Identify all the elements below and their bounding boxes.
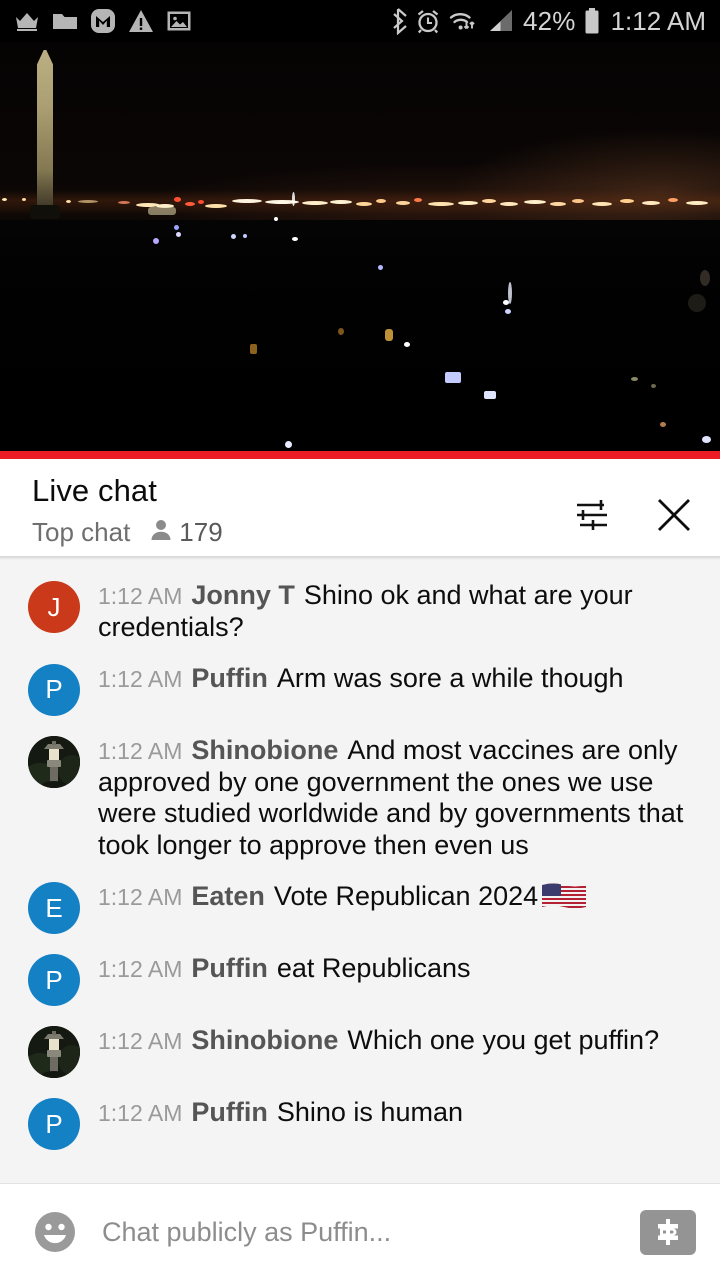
avatar[interactable]: P: [28, 1098, 80, 1151]
viewer-count: 179: [179, 517, 223, 548]
avatar[interactable]: E: [28, 882, 80, 935]
page-title: Live chat: [32, 473, 157, 508]
avatar-letter: E: [45, 892, 63, 923]
status-bar-right-icons: 42% 1:12 AM: [389, 7, 706, 35]
status-clock: 1:12 AM: [610, 6, 706, 36]
chat-message-body: 1:12 AM Puffin eat Republicans: [98, 952, 702, 985]
folder-icon: [52, 10, 78, 32]
chat-input-bar: [0, 1183, 720, 1280]
chat-input[interactable]: [102, 1216, 618, 1248]
message-text: And most vaccines are only approved by o…: [98, 734, 684, 861]
video-progress-bar[interactable]: [0, 451, 720, 459]
emoji-smiley-icon[interactable]: [30, 1207, 80, 1257]
message-timestamp: 1:12 AM: [98, 1028, 183, 1055]
message-timestamp: 1:12 AM: [98, 737, 183, 764]
gmail-icon: [90, 8, 116, 34]
message-author[interactable]: Puffin: [191, 663, 267, 693]
avatar-photo-stone-lantern: [28, 1026, 80, 1079]
avatar[interactable]: [28, 735, 80, 788]
avatar-letter: J: [47, 591, 61, 622]
chat-message[interactable]: E 1:12 AM Eaten Vote Republican 2024: [0, 871, 720, 943]
chat-message[interactable]: P 1:12 AM Puffin Shino is human: [0, 1087, 720, 1159]
message-timestamp: 1:12 AM: [98, 665, 183, 692]
message-author[interactable]: Puffin: [191, 1097, 267, 1127]
wifi-icon: [449, 8, 479, 34]
us-flag-emoji: [542, 882, 587, 910]
person-icon: [148, 517, 174, 548]
warning-triangle-icon: [128, 9, 154, 33]
crown-icon: [14, 10, 40, 32]
avatar[interactable]: P: [28, 663, 80, 716]
tune-sliders-icon[interactable]: [568, 491, 616, 539]
message-text: eat Republicans: [276, 953, 471, 984]
chat-subheader: Top chat 179: [32, 517, 568, 548]
city-lights: [0, 42, 720, 451]
close-x-icon[interactable]: [650, 491, 698, 539]
chat-message-body: 1:12 AM Puffin Shino is human: [98, 1096, 702, 1129]
chat-message-body: 1:12 AM Puffin Arm was sore a while though: [98, 662, 702, 695]
chat-message[interactable]: 1:12 AM Shinobione And most vaccines are o…: [0, 725, 720, 871]
viewer-count-group: 179: [148, 517, 223, 548]
message-author[interactable]: Puffin: [191, 953, 267, 983]
message-author[interactable]: Jonny T: [191, 580, 295, 610]
message-timestamp: 1:12 AM: [98, 884, 183, 911]
chat-message-body: 1:12 AM Jonny T Shino ok and what are your…: [98, 579, 702, 644]
chat-message[interactable]: P 1:12 AM Puffin Arm was sore a while thou…: [0, 653, 720, 725]
video-player[interactable]: [0, 42, 720, 451]
message-author[interactable]: Eaten: [191, 881, 265, 911]
chat-message[interactable]: J 1:12 AM Jonny T Shino ok and what are yo…: [0, 570, 720, 653]
avatar-letter: P: [45, 964, 63, 995]
dollar-superchat-icon[interactable]: [640, 1209, 696, 1255]
chat-message-body: 1:12 AM Shinobione And most vaccines are o…: [98, 734, 702, 862]
battery-icon: [584, 7, 600, 35]
message-text: Arm was sore a while though: [276, 662, 624, 693]
message-author[interactable]: Shinobione: [191, 735, 338, 765]
chat-header: Live chat Top chat 179: [0, 459, 720, 560]
chat-header-actions: [568, 473, 698, 539]
video-frame-night-cityscape: [0, 42, 720, 451]
chat-message[interactable]: P 1:12 AM Puffin eat Republicans: [0, 943, 720, 1015]
image-icon: [166, 9, 192, 33]
live-chat-panel: Live chat Top chat 179 J 1:12 AM Jonny T…: [0, 459, 720, 1280]
chat-message-body: 1:12 AM Shinobione Which one you get puffi…: [98, 1024, 702, 1057]
message-text: Shino is human: [276, 1097, 463, 1128]
avatar[interactable]: P: [28, 954, 80, 1007]
cellular-signal-icon: [487, 8, 515, 34]
message-timestamp: 1:12 AM: [98, 583, 183, 609]
message-timestamp: 1:12 AM: [98, 956, 183, 983]
message-timestamp: 1:12 AM: [98, 1100, 183, 1127]
battery-percent: 42%: [522, 6, 576, 36]
message-author[interactable]: Shinobione: [191, 1025, 338, 1055]
avatar-photo-stone-lantern: [28, 735, 80, 788]
chat-message[interactable]: 1:12 AM Shinobione Which one you get puffi…: [0, 1015, 720, 1087]
chat-message-body: 1:12 AM Eaten Vote Republican 2024: [98, 880, 702, 913]
status-bar: 42% 1:12 AM: [0, 0, 720, 42]
bluetooth-icon: [389, 7, 407, 35]
avatar-letter: P: [45, 674, 63, 705]
message-text: Vote Republican 2024: [273, 881, 539, 912]
avatar[interactable]: J: [28, 581, 80, 633]
chat-message-list[interactable]: J 1:12 AM Jonny T Shino ok and what are yo…: [0, 556, 720, 1183]
alarm-clock-icon: [415, 8, 441, 34]
status-bar-left-icons: [14, 8, 192, 34]
chat-mode-label[interactable]: Top chat: [32, 519, 130, 545]
avatar[interactable]: [28, 1026, 80, 1079]
avatar-letter: P: [45, 1108, 63, 1139]
chat-header-titles: Live chat Top chat 179: [32, 473, 568, 548]
message-text: Which one you get puffin?: [347, 1025, 660, 1056]
